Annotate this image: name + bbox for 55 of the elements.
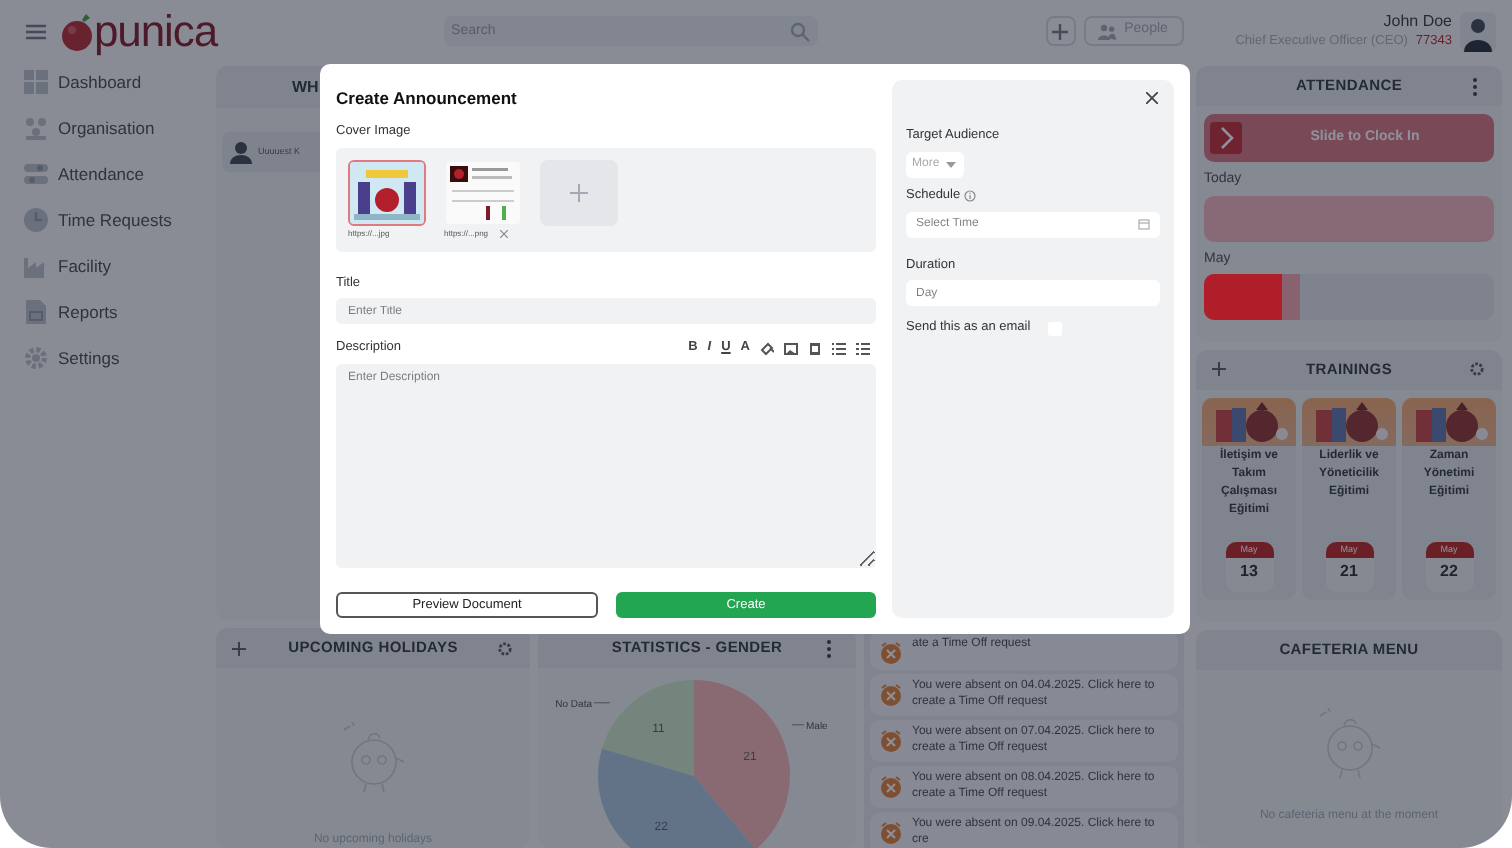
link-icon[interactable] xyxy=(760,341,774,356)
leader-line xyxy=(791,724,805,726)
badge-day: 13 xyxy=(1240,557,1258,586)
person-icon xyxy=(230,141,252,163)
list-icon[interactable] xyxy=(832,341,846,356)
menu-icon[interactable] xyxy=(26,23,46,39)
alarm-clock-icon xyxy=(880,822,902,844)
film-icon[interactable] xyxy=(808,341,822,356)
logo-text: punica xyxy=(94,9,218,53)
badge-day: 22 xyxy=(1440,557,1458,586)
search-icon xyxy=(789,21,810,41)
factory-icon xyxy=(24,254,48,278)
close-icon[interactable] xyxy=(1146,92,1158,104)
sidebar-item[interactable]: Settings xyxy=(24,342,216,374)
more-icon[interactable] xyxy=(826,639,832,657)
card-title: WH xyxy=(292,75,319,99)
sidebar-item[interactable]: Facility xyxy=(24,250,216,282)
alarm-clock-icon xyxy=(880,776,902,798)
alarm-clock-icon xyxy=(880,642,902,664)
caret-icon xyxy=(945,161,956,168)
grid-icon xyxy=(24,70,48,94)
toggles-icon xyxy=(24,162,48,186)
clock-icon xyxy=(24,208,48,232)
numbered-list-icon[interactable] xyxy=(856,341,870,356)
info-icon xyxy=(964,189,977,202)
plus-icon xyxy=(570,183,588,201)
more-icon[interactable] xyxy=(1472,77,1478,95)
plus-icon[interactable] xyxy=(1212,362,1226,377)
add-button[interactable] xyxy=(1045,16,1076,46)
avatar xyxy=(1460,11,1496,51)
settings-icon[interactable] xyxy=(1470,362,1484,377)
badge-day: 21 xyxy=(1340,557,1358,586)
dialog-title: Create Announcement xyxy=(336,86,519,112)
sidebar-item[interactable]: Dashboard xyxy=(24,66,216,98)
image-icon[interactable] xyxy=(784,341,798,356)
sidebar-item[interactable]: Reports xyxy=(24,296,216,328)
people-icon xyxy=(1098,23,1117,39)
pomegranate-icon xyxy=(60,11,96,51)
image-thumbnail[interactable] xyxy=(444,159,522,225)
plus-icon xyxy=(1052,23,1069,39)
user-name: John Doe xyxy=(1383,12,1452,32)
alarm-clock-icon xyxy=(880,730,902,752)
sidebar-item[interactable]: Time Requests xyxy=(24,204,216,236)
document-icon xyxy=(24,300,48,324)
plus-icon[interactable] xyxy=(232,641,246,655)
settings-icon xyxy=(24,346,48,370)
sidebar-item[interactable]: Organisation xyxy=(24,112,216,144)
settings-icon[interactable] xyxy=(498,641,512,655)
image-thumbnail[interactable] xyxy=(348,159,426,225)
people-icon xyxy=(24,116,48,140)
sidebar-item[interactable]: Attendance xyxy=(24,158,216,190)
slider-handle[interactable] xyxy=(1210,122,1242,154)
alarm-clock-icon xyxy=(880,684,902,706)
leader-line xyxy=(593,702,611,704)
calendar-icon xyxy=(1138,218,1150,230)
